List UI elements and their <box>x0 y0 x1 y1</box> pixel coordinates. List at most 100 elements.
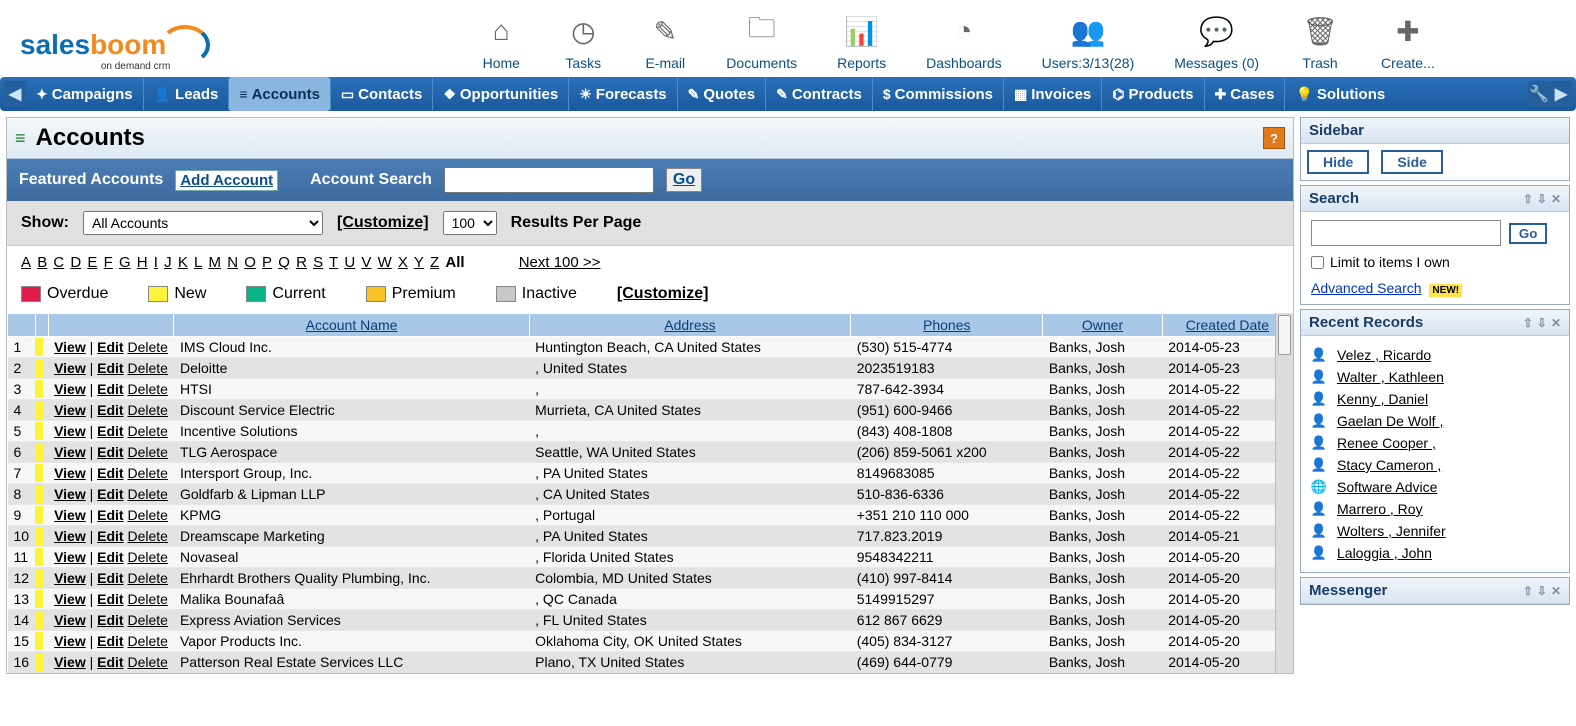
limit-items-checkbox[interactable] <box>1311 256 1324 269</box>
view-link[interactable]: View <box>54 570 86 586</box>
alpha-T[interactable]: T <box>329 254 338 271</box>
view-link[interactable]: View <box>54 549 86 565</box>
add-account-button[interactable]: Add Account <box>175 170 278 191</box>
edit-link[interactable]: Edit <box>97 486 123 502</box>
panel-close-icon[interactable]: ✕ <box>1551 584 1561 598</box>
sidebar-search-go-button[interactable]: Go <box>1509 223 1548 244</box>
edit-link[interactable]: Edit <box>97 507 123 523</box>
view-link[interactable]: View <box>54 612 86 628</box>
recent-link[interactable]: Kenny , Daniel <box>1337 391 1428 407</box>
nav-forecasts[interactable]: ☀Forecasts <box>568 77 676 111</box>
nav-accounts[interactable]: ≡Accounts <box>228 77 330 111</box>
nav-commissions[interactable]: $Commissions <box>872 77 1003 111</box>
edit-link[interactable]: Edit <box>97 423 123 439</box>
edit-link[interactable]: Edit <box>97 444 123 460</box>
help-button[interactable]: ? <box>1263 127 1285 149</box>
recent-link[interactable]: Marrero , Roy <box>1337 501 1423 517</box>
delete-link[interactable]: Delete <box>128 423 168 439</box>
alpha-K[interactable]: K <box>178 254 188 271</box>
delete-link[interactable]: Delete <box>128 444 168 460</box>
nav-quotes[interactable]: ✎Quotes <box>677 77 765 111</box>
edit-link[interactable]: Edit <box>97 612 123 628</box>
toolbar-documents[interactable]: 🗀Documents <box>726 10 797 71</box>
alpha-V[interactable]: V <box>361 254 371 271</box>
delete-link[interactable]: Delete <box>128 633 168 649</box>
recent-item[interactable]: 🌐Software Advice <box>1311 476 1559 498</box>
view-link[interactable]: View <box>54 633 86 649</box>
panel-pin-icon[interactable]: ⇩ <box>1537 584 1547 598</box>
recent-link[interactable]: Stacy Cameron , <box>1337 457 1441 473</box>
nav-cases[interactable]: ✚Cases <box>1204 77 1285 111</box>
delete-link[interactable]: Delete <box>128 402 168 418</box>
recent-item[interactable]: 👤Velez , Ricardo <box>1311 344 1559 366</box>
alpha-N[interactable]: N <box>227 254 238 271</box>
alpha-D[interactable]: D <box>70 254 81 271</box>
delete-link[interactable]: Delete <box>128 654 168 670</box>
col-account-name[interactable]: Account Name <box>174 314 529 337</box>
recent-link[interactable]: Laloggia , John <box>1337 545 1432 561</box>
edit-link[interactable]: Edit <box>97 591 123 607</box>
col-created[interactable]: Created Date <box>1162 314 1292 337</box>
panel-up-icon[interactable]: ⇧ <box>1523 192 1533 206</box>
panel-up-icon[interactable]: ⇧ <box>1523 584 1533 598</box>
alpha-X[interactable]: X <box>398 254 408 271</box>
alphabet-all[interactable]: All <box>445 254 464 271</box>
edit-link[interactable]: Edit <box>97 402 123 418</box>
delete-link[interactable]: Delete <box>128 339 168 355</box>
nav-scroll-right[interactable]: ▶ <box>1550 81 1572 107</box>
toolbar-trash[interactable]: 🗑Trash <box>1299 10 1341 71</box>
alpha-S[interactable]: S <box>313 254 323 271</box>
view-link[interactable]: View <box>54 360 86 376</box>
edit-link[interactable]: Edit <box>97 381 123 397</box>
view-link[interactable]: View <box>54 591 86 607</box>
alpha-F[interactable]: F <box>104 254 113 271</box>
panel-close-icon[interactable]: ✕ <box>1551 192 1561 206</box>
toolbar-dashboards[interactable]: ◔Dashboards <box>926 10 1002 71</box>
view-link[interactable]: View <box>54 381 86 397</box>
sidebar-hide-button[interactable]: Hide <box>1307 150 1369 174</box>
view-link[interactable]: View <box>54 423 86 439</box>
edit-link[interactable]: Edit <box>97 570 123 586</box>
nav-tools-icon[interactable]: 🔧 <box>1528 81 1550 107</box>
alpha-G[interactable]: G <box>119 254 131 271</box>
recent-link[interactable]: Velez , Ricardo <box>1337 347 1431 363</box>
delete-link[interactable]: Delete <box>128 528 168 544</box>
edit-link[interactable]: Edit <box>97 633 123 649</box>
nav-contracts[interactable]: ✎Contracts <box>765 77 872 111</box>
recent-link[interactable]: Wolters , Jennifer <box>1337 523 1446 539</box>
nav-scroll-left[interactable]: ◀ <box>4 81 26 107</box>
nav-campaigns[interactable]: ✦Campaigns <box>26 77 143 111</box>
toolbar-users[interactable]: 👥Users:3/13(28) <box>1042 10 1135 71</box>
edit-link[interactable]: Edit <box>97 528 123 544</box>
recent-item[interactable]: 👤Stacy Cameron , <box>1311 454 1559 476</box>
delete-link[interactable]: Delete <box>128 465 168 481</box>
alpha-P[interactable]: P <box>262 254 272 271</box>
alpha-B[interactable]: B <box>37 254 47 271</box>
recent-item[interactable]: 👤Walter , Kathleen <box>1311 366 1559 388</box>
alpha-U[interactable]: U <box>344 254 355 271</box>
edit-link[interactable]: Edit <box>97 360 123 376</box>
delete-link[interactable]: Delete <box>128 570 168 586</box>
account-search-go-button[interactable]: Go <box>666 168 702 192</box>
alpha-H[interactable]: H <box>137 254 148 271</box>
recent-item[interactable]: 👤Wolters , Jennifer <box>1311 520 1559 542</box>
toolbar-email[interactable]: ✎E-mail <box>644 10 686 71</box>
account-search-input[interactable] <box>444 167 654 193</box>
per-page-select[interactable]: 100 <box>443 211 497 235</box>
advanced-search-link[interactable]: Advanced Search <box>1311 280 1422 296</box>
alpha-Q[interactable]: Q <box>278 254 290 271</box>
view-link[interactable]: View <box>54 444 86 460</box>
alpha-C[interactable]: C <box>53 254 64 271</box>
panel-close-icon[interactable]: ✕ <box>1551 316 1561 330</box>
edit-link[interactable]: Edit <box>97 339 123 355</box>
toolbar-tasks[interactable]: ◷Tasks <box>562 10 604 71</box>
delete-link[interactable]: Delete <box>128 591 168 607</box>
alpha-R[interactable]: R <box>296 254 307 271</box>
alpha-Z[interactable]: Z <box>430 254 439 271</box>
table-scrollbar[interactable] <box>1275 313 1293 673</box>
view-link[interactable]: View <box>54 528 86 544</box>
delete-link[interactable]: Delete <box>128 612 168 628</box>
toolbar-reports[interactable]: 📊Reports <box>837 10 886 71</box>
recent-link[interactable]: Renee Cooper , <box>1337 435 1436 451</box>
show-select[interactable]: All Accounts <box>83 211 323 235</box>
